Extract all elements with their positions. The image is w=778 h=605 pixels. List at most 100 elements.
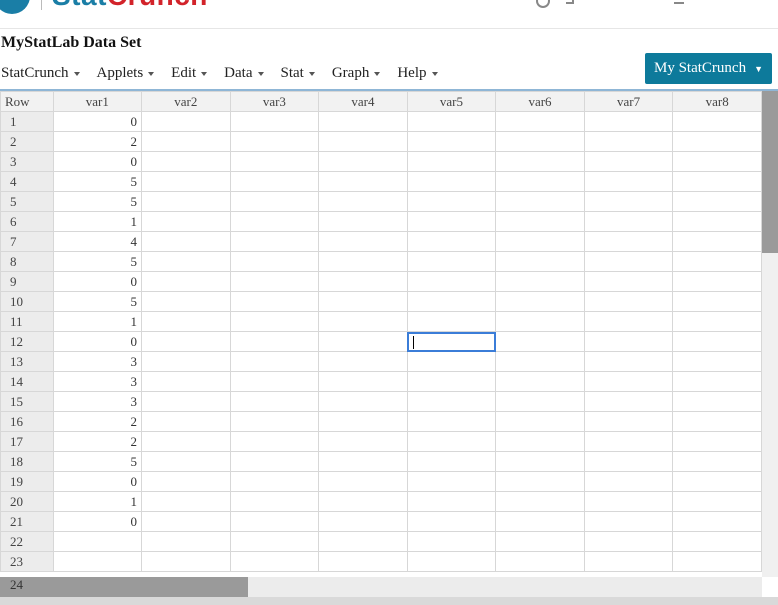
grid-cell[interactable] (672, 311, 762, 332)
grid-cell[interactable] (318, 371, 408, 392)
grid-cell[interactable] (583, 351, 674, 372)
grid-cell[interactable] (318, 131, 408, 152)
grid-cell[interactable] (495, 171, 585, 192)
row-number[interactable]: 4 (0, 171, 54, 192)
grid-cell[interactable] (672, 351, 762, 372)
row-number[interactable]: 13 (0, 351, 54, 372)
column-header-var7[interactable]: var7 (583, 91, 674, 112)
grid-cell[interactable] (141, 231, 231, 252)
grid-cell[interactable] (583, 171, 674, 192)
row-number[interactable]: 20 (0, 491, 54, 512)
grid-cell[interactable] (583, 131, 674, 152)
row-number[interactable]: 6 (0, 211, 54, 232)
grid-cell[interactable] (229, 131, 320, 152)
grid-cell[interactable] (583, 111, 674, 132)
grid-cell[interactable] (229, 291, 320, 312)
row-number[interactable]: 2 (0, 131, 54, 152)
grid-cell[interactable] (406, 211, 497, 232)
grid-cell[interactable]: 5 (52, 451, 143, 472)
menu-applets[interactable]: Applets (97, 65, 155, 82)
row-number[interactable]: 18 (0, 451, 54, 472)
row-number[interactable]: 9 (0, 271, 54, 292)
grid-cell[interactable] (229, 211, 320, 232)
grid-cell[interactable] (495, 251, 585, 272)
row-number[interactable]: 21 (0, 511, 54, 532)
grid-cell[interactable] (229, 331, 320, 352)
grid-cell[interactable] (141, 331, 231, 352)
grid-cell[interactable]: 2 (52, 431, 143, 452)
grid-cell[interactable] (318, 251, 408, 272)
grid-cell[interactable] (141, 451, 231, 472)
grid-cell[interactable]: 1 (52, 491, 143, 512)
grid-cell[interactable] (583, 271, 674, 292)
grid-cell[interactable] (141, 111, 231, 132)
grid-cell[interactable] (495, 291, 585, 312)
grid-cell[interactable] (406, 151, 497, 172)
grid-cell[interactable] (318, 511, 408, 532)
row-column-header[interactable]: Row (0, 91, 54, 112)
grid-cell[interactable] (583, 531, 674, 552)
grid-cell[interactable] (406, 411, 497, 432)
grid-cell[interactable] (672, 271, 762, 292)
grid-cell[interactable] (672, 131, 762, 152)
grid-cell[interactable] (141, 531, 231, 552)
grid-cell[interactable] (229, 271, 320, 292)
grid-cell[interactable] (583, 491, 674, 512)
grid-cell[interactable] (141, 251, 231, 272)
grid-cell[interactable]: 5 (52, 191, 143, 212)
grid-cell[interactable] (141, 291, 231, 312)
grid-cell[interactable] (406, 131, 497, 152)
row-number[interactable]: 17 (0, 431, 54, 452)
grid-cell[interactable] (141, 391, 231, 412)
column-header-var8[interactable]: var8 (672, 91, 762, 112)
grid-cell[interactable]: 3 (52, 351, 143, 372)
grid-cell[interactable] (583, 371, 674, 392)
grid-cell[interactable] (672, 451, 762, 472)
horizontal-scroll-thumb[interactable] (0, 577, 248, 597)
grid-cell[interactable]: 4 (52, 231, 143, 252)
row-number[interactable]: 12 (0, 331, 54, 352)
grid-cell[interactable] (229, 491, 320, 512)
grid-cell[interactable] (406, 511, 497, 532)
grid-cell[interactable] (495, 191, 585, 212)
column-header-var3[interactable]: var3 (229, 91, 320, 112)
grid-cell[interactable] (318, 411, 408, 432)
grid-cell[interactable] (583, 551, 674, 572)
grid-cell[interactable]: 1 (52, 211, 143, 232)
grid-cell[interactable] (583, 191, 674, 212)
grid-cell[interactable] (229, 551, 320, 572)
grid-cell[interactable] (672, 291, 762, 312)
row-number[interactable]: 14 (0, 371, 54, 392)
grid-cell[interactable] (141, 211, 231, 232)
grid-cell[interactable] (318, 211, 408, 232)
grid-cell[interactable] (583, 231, 674, 252)
grid-cell[interactable] (406, 231, 497, 252)
grid-cell[interactable] (672, 391, 762, 412)
grid-cell[interactable]: 0 (52, 111, 143, 132)
grid-cell[interactable] (495, 531, 585, 552)
grid-cell[interactable] (318, 351, 408, 372)
grid-cell[interactable] (672, 371, 762, 392)
column-header-var1[interactable]: var1 (52, 91, 143, 112)
menu-graph[interactable]: Graph (332, 65, 381, 82)
grid-cell[interactable] (229, 411, 320, 432)
grid-cell[interactable] (495, 351, 585, 372)
grid-cell[interactable] (583, 331, 674, 352)
grid-cell[interactable] (318, 471, 408, 492)
grid-cell[interactable]: 0 (52, 151, 143, 172)
grid-cell[interactable] (141, 351, 231, 372)
grid-cell[interactable] (583, 411, 674, 432)
row-number[interactable]: 11 (0, 311, 54, 332)
grid-cell[interactable] (229, 111, 320, 132)
grid-cell[interactable] (406, 351, 497, 372)
grid-cell[interactable] (229, 231, 320, 252)
grid-cell[interactable] (141, 371, 231, 392)
grid-cell[interactable] (406, 391, 497, 412)
vertical-scrollbar[interactable] (762, 91, 778, 577)
grid-cell[interactable] (495, 211, 585, 232)
grid-cell[interactable]: 3 (52, 371, 143, 392)
grid-cell[interactable] (495, 131, 585, 152)
column-header-var4[interactable]: var4 (318, 91, 408, 112)
grid-cell[interactable] (583, 511, 674, 532)
grid-cell[interactable] (141, 551, 231, 572)
